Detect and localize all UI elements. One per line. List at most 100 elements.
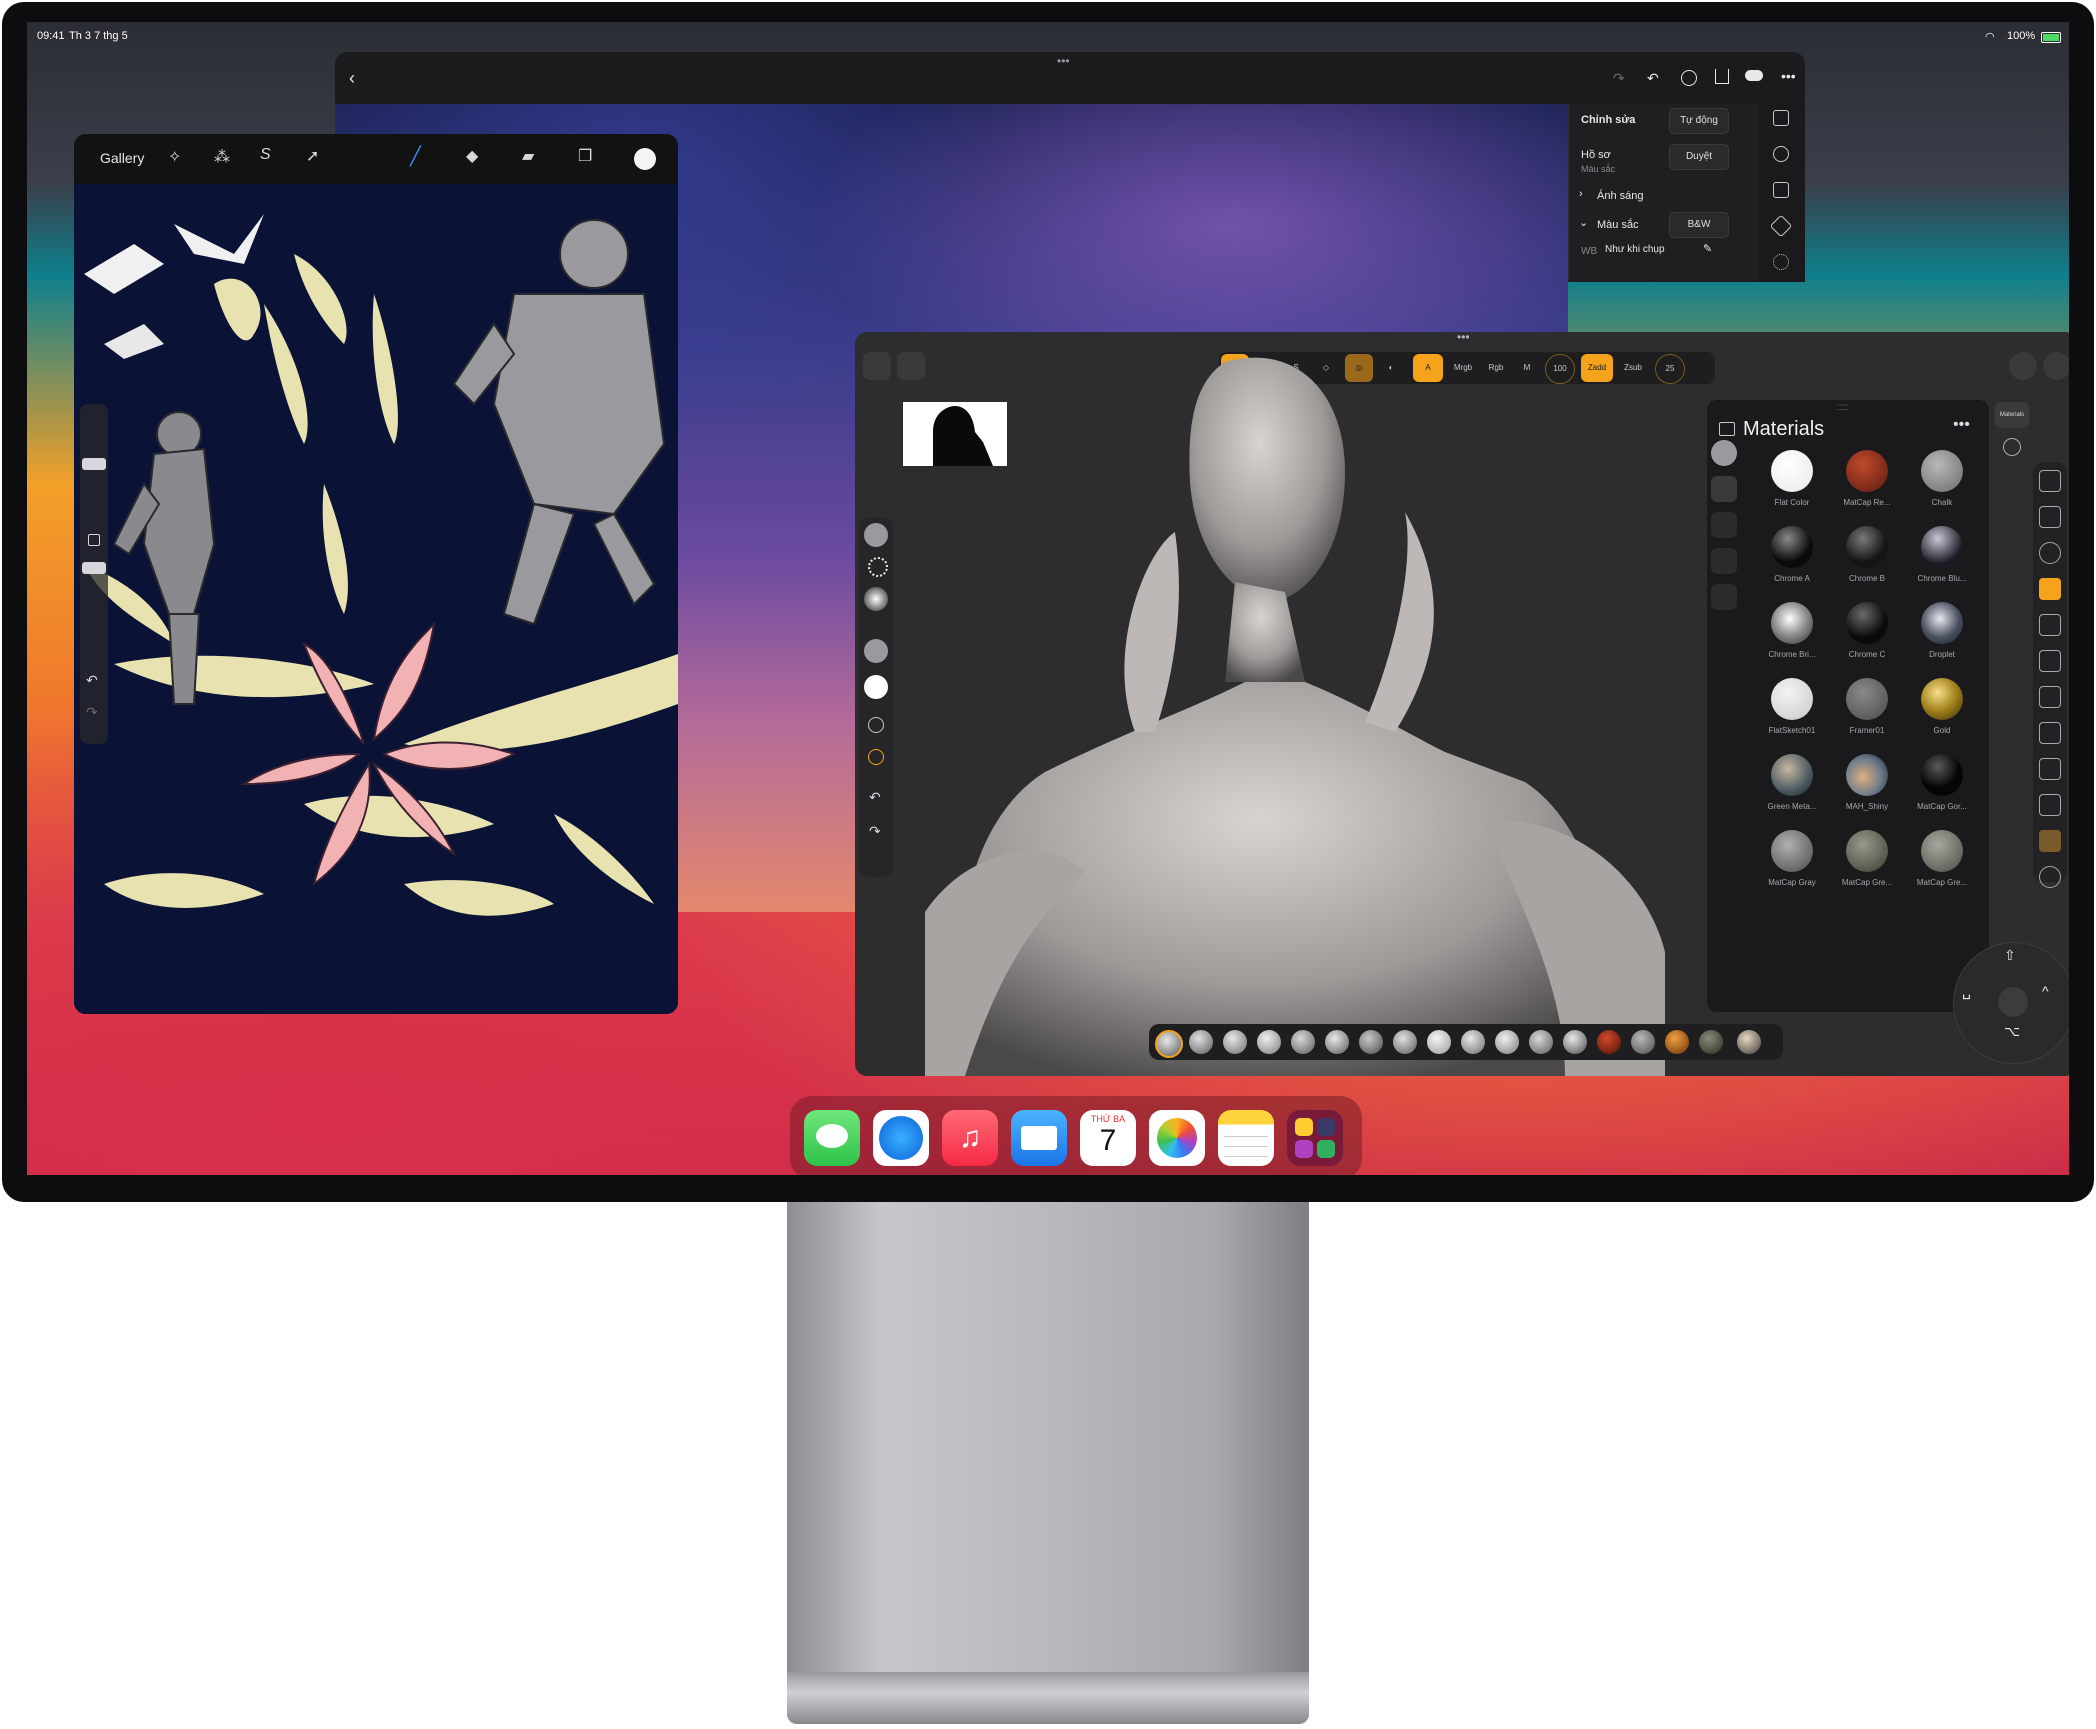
tab-m[interactable] [1711, 584, 1737, 610]
material-preview-icon[interactable] [864, 639, 888, 663]
brush-item[interactable] [1563, 1030, 1587, 1054]
drawing-app-window[interactable]: Gallery ✧ ⁂ S ➚ ╱ ◆ ▰ ❐ ↶ ↷ [74, 134, 678, 1014]
material-item[interactable]: FlatSketch01 [1759, 678, 1825, 754]
grid-icon[interactable] [2039, 614, 2061, 636]
material-item[interactable]: MatCap Gre... [1909, 830, 1975, 906]
material-item[interactable]: Chrome C [1834, 602, 1900, 678]
tab-preview[interactable] [1711, 440, 1737, 466]
sculpt-model[interactable] [925, 352, 1665, 1076]
layers-icon[interactable]: ❐ [578, 146, 592, 166]
material-item[interactable]: MatCap Gor... [1909, 754, 1975, 830]
music-app-icon[interactable]: ♫ [942, 1110, 998, 1166]
brush-item[interactable] [1461, 1030, 1485, 1054]
settings-icon[interactable] [2043, 352, 2069, 380]
material-item[interactable]: Gold [1909, 678, 1975, 754]
brush-item[interactable] [1325, 1030, 1349, 1054]
redo-icon[interactable]: ↷ [1613, 70, 1625, 87]
brush-icon[interactable]: ╱ [410, 146, 421, 167]
move-icon[interactable] [2039, 650, 2061, 672]
brush-item[interactable] [1631, 1030, 1655, 1054]
space-icon[interactable]: ␣ [1962, 983, 1971, 1000]
brush-item[interactable] [1257, 1030, 1281, 1054]
selection-icon[interactable]: S [260, 146, 271, 164]
brush-item[interactable] [1597, 1030, 1621, 1054]
color-swatch[interactable] [634, 148, 656, 170]
home-icon[interactable] [863, 352, 891, 380]
cloud-sync-icon[interactable] [1745, 70, 1763, 81]
photos-app-icon[interactable] [1149, 1110, 1205, 1166]
safari-app-icon[interactable] [873, 1110, 929, 1166]
size-slider-handle[interactable] [82, 458, 106, 470]
sidebar-icon[interactable] [1719, 422, 1735, 436]
color-section[interactable]: Màu sắc [1597, 219, 1639, 231]
brush-item[interactable] [1223, 1030, 1247, 1054]
options-icon[interactable] [2003, 438, 2021, 456]
calendar-app-icon[interactable]: THỨ BA 7 [1080, 1110, 1136, 1166]
brush-size-sidebar[interactable]: ↶ ↷ [80, 404, 108, 744]
pen-pressure-icon[interactable] [868, 749, 884, 765]
navigation-joystick[interactable]: ⇧ ^ ⌥ ␣ [1953, 942, 2069, 1064]
help-icon[interactable] [2009, 352, 2037, 380]
window-grip-icon[interactable]: ••• [1457, 332, 1470, 344]
back-chevron-icon[interactable]: ‹ [349, 68, 355, 89]
undo-icon[interactable]: ↶ [86, 672, 98, 689]
joystick-center[interactable] [1998, 987, 2028, 1017]
tools-icon[interactable] [2039, 470, 2061, 492]
material-item[interactable]: MatCap Gre... [1834, 830, 1900, 906]
wb-select[interactable]: Như khi chụp [1605, 244, 1665, 255]
brush-item[interactable] [1427, 1030, 1451, 1054]
stroke-type-icon[interactable] [868, 557, 888, 577]
brush-item[interactable] [1393, 1030, 1417, 1054]
shift-icon[interactable]: ⇧ [2004, 947, 2016, 964]
material-item[interactable]: Droplet [1909, 602, 1975, 678]
redo-icon[interactable]: ↷ [86, 704, 98, 721]
material-item[interactable]: Chrome Bri... [1759, 602, 1825, 678]
brush-item[interactable] [1189, 1030, 1213, 1054]
frame-icon[interactable] [2039, 722, 2061, 744]
brush-item[interactable] [1155, 1030, 1183, 1058]
share-icon[interactable] [1715, 69, 1729, 84]
opacity-slider-handle[interactable] [82, 562, 106, 574]
tab-grid[interactable] [1711, 476, 1737, 502]
brush-item[interactable] [1665, 1030, 1689, 1054]
more-icon[interactable]: ••• [1953, 416, 1970, 434]
brush-preview-icon[interactable] [864, 523, 888, 547]
sculpt-app-window[interactable]: ••• ✛ ⧉ S ◇ ◎ ◐ A Mrgb Rgb M 100 Zadd Zs… [855, 332, 2069, 1076]
wrench-icon[interactable]: ✧ [168, 147, 181, 167]
brush-item[interactable] [1359, 1030, 1383, 1054]
heal-icon[interactable] [1769, 214, 1793, 238]
material-item[interactable]: Chrome A [1759, 526, 1825, 602]
undo-icon[interactable]: ↶ [1647, 70, 1659, 87]
tab-s[interactable] [1711, 548, 1737, 574]
chevron-right-icon[interactable]: › [1579, 188, 1583, 200]
brush-item[interactable] [1495, 1030, 1519, 1054]
chevron-down-icon[interactable]: ⌄ [1579, 216, 1588, 229]
perspective-icon[interactable] [2039, 578, 2061, 600]
tab-history[interactable] [1711, 512, 1737, 538]
messages-app-icon[interactable] [804, 1110, 860, 1166]
solo-icon[interactable] [2039, 866, 2061, 888]
material-item[interactable]: Chrome B [1834, 526, 1900, 602]
eraser-icon[interactable]: ▰ [522, 146, 534, 166]
save-icon[interactable] [897, 352, 925, 380]
adjust-icon[interactable] [1773, 110, 1789, 126]
caret-up-icon[interactable]: ^ [2042, 983, 2049, 999]
brush-item[interactable] [1737, 1030, 1761, 1054]
browse-button[interactable]: Duyệt [1669, 144, 1729, 170]
material-item[interactable]: Green Meta... [1759, 754, 1825, 830]
brush-item[interactable] [1529, 1030, 1553, 1054]
redo-icon[interactable]: ↷ [869, 823, 881, 840]
material-item[interactable]: Flat Color [1759, 450, 1825, 526]
floor-icon[interactable] [2039, 758, 2061, 780]
bw-button[interactable]: B&W [1669, 212, 1729, 238]
alpha-icon[interactable] [864, 587, 888, 611]
magic-wand-icon[interactable]: ⁂ [214, 147, 230, 167]
transform-icon[interactable]: ➚ [306, 146, 319, 166]
material-item[interactable]: MAH_Shiny [1834, 754, 1900, 830]
subtools-icon[interactable] [2039, 506, 2061, 528]
crop-icon[interactable] [1773, 182, 1789, 198]
help-icon[interactable] [1681, 70, 1697, 86]
undo-icon[interactable]: ↶ [869, 789, 881, 806]
color-preview-icon[interactable] [864, 675, 888, 699]
material-item[interactable]: Chrome Blu... [1909, 526, 1975, 602]
